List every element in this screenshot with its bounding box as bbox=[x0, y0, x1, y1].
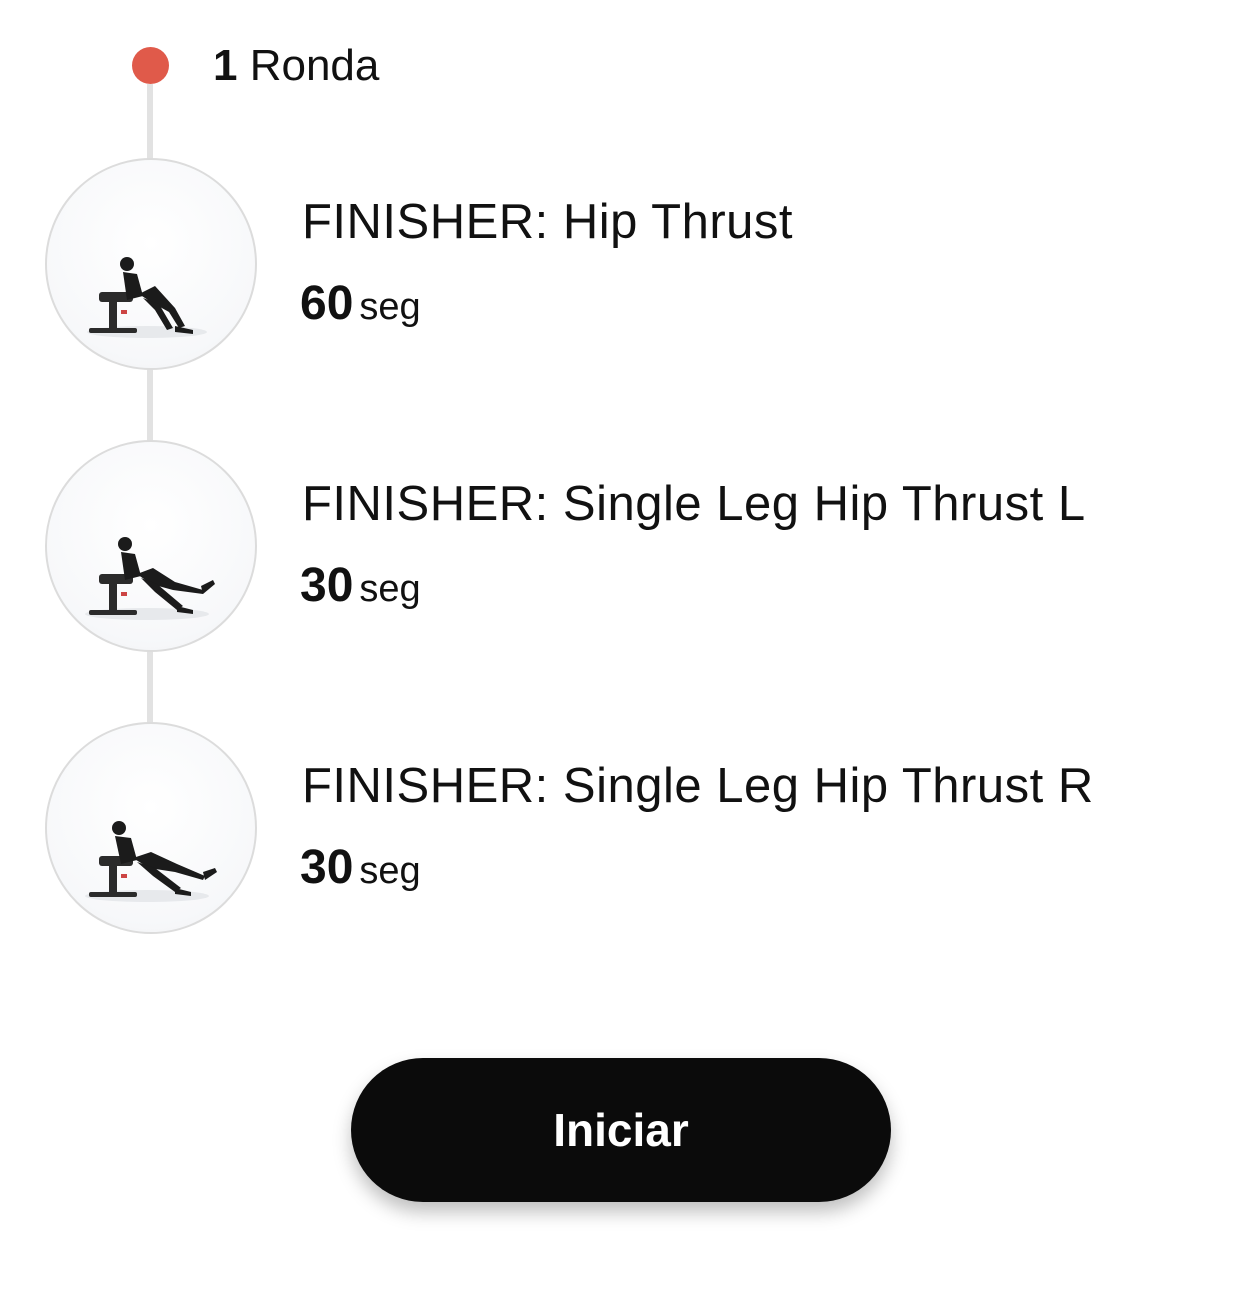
duration-unit: seg bbox=[359, 568, 421, 610]
exercise-item[interactable]: FINISHER: Hip Thrust 60 seg bbox=[0, 158, 1242, 370]
hip-thrust-figure bbox=[87, 257, 207, 338]
exercise-thumbnail bbox=[45, 440, 257, 652]
round-indicator-dot bbox=[132, 47, 169, 84]
start-button[interactable]: Iniciar bbox=[351, 1058, 891, 1202]
duration-value: 30 bbox=[300, 559, 354, 612]
duration-value: 60 bbox=[300, 277, 354, 330]
round-label-text: Ronda bbox=[249, 41, 380, 90]
timeline-connector bbox=[147, 84, 153, 160]
exercise-duration: 60 seg bbox=[300, 274, 421, 345]
exercise-name: FINISHER: Single Leg Hip Thrust L bbox=[302, 477, 1086, 531]
exercise-thumbnail bbox=[45, 722, 257, 934]
exercise-name: FINISHER: Single Leg Hip Thrust R bbox=[302, 759, 1094, 813]
exercise-item[interactable]: FINISHER: Single Leg Hip Thrust L 30 seg bbox=[0, 440, 1242, 652]
round-label: 1 Ronda bbox=[213, 38, 379, 94]
round-count: 1 bbox=[213, 41, 238, 90]
exercise-item[interactable]: FINISHER: Single Leg Hip Thrust R 30 seg bbox=[0, 722, 1242, 934]
timeline-connector bbox=[147, 368, 153, 442]
exercise-name: FINISHER: Hip Thrust bbox=[302, 195, 794, 249]
duration-value: 30 bbox=[300, 841, 354, 894]
exercise-duration: 30 seg bbox=[300, 838, 421, 909]
duration-unit: seg bbox=[359, 286, 421, 328]
timeline-connector bbox=[147, 650, 153, 724]
single-leg-hip-thrust-left-figure bbox=[85, 537, 215, 620]
single-leg-hip-thrust-right-figure bbox=[85, 821, 217, 902]
exercise-duration: 30 seg bbox=[300, 556, 421, 627]
duration-unit: seg bbox=[359, 850, 421, 892]
exercise-thumbnail bbox=[45, 158, 257, 370]
